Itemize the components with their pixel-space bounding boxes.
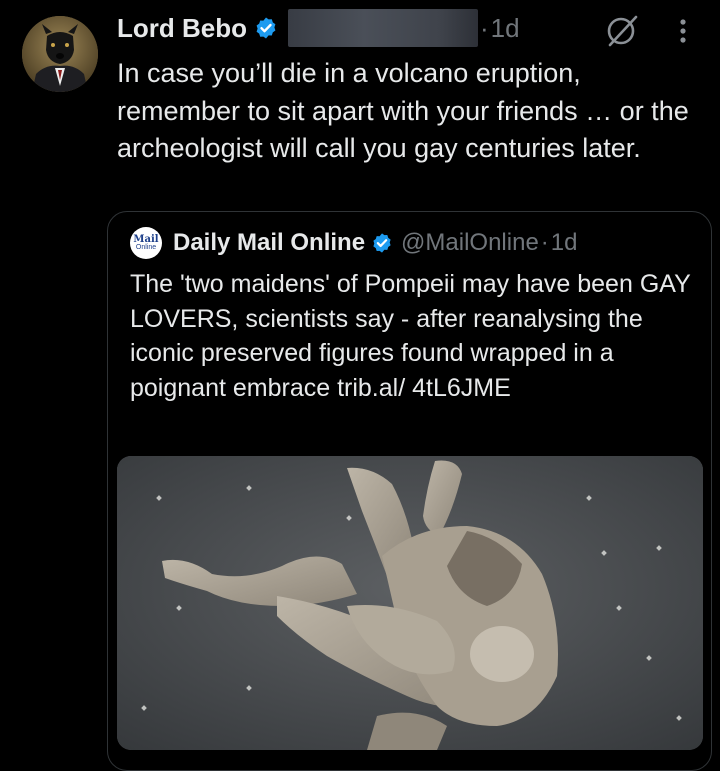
tweet-header: Lord Bebo · 1d: [117, 8, 520, 48]
pompeii-plaster-casts-photo-icon: [117, 456, 703, 750]
verified-badge-icon: [371, 232, 393, 254]
author-name[interactable]: Lord Bebo: [117, 13, 247, 44]
separator-dot: ·: [540, 229, 549, 256]
blurred-handle: [288, 9, 478, 47]
quoted-tweet-timestamp: 1d: [550, 229, 578, 256]
more-options-icon[interactable]: [676, 16, 690, 51]
grok-icon[interactable]: [602, 14, 642, 53]
tweet-timestamp[interactable]: 1d: [491, 13, 520, 44]
quoted-author-name[interactable]: Daily Mail Online: [173, 229, 365, 257]
quoted-tweet-text: The 'two maidens' of Pompeii may have be…: [130, 270, 691, 402]
dog-in-suit-avatar-icon: [22, 16, 98, 92]
author-avatar[interactable]: [22, 16, 98, 92]
separator-dot: ·: [480, 12, 489, 43]
mail-online-logo-icon[interactable]: Mail Online: [130, 227, 162, 259]
tweet-text: In case you’ll die in a volcano eruption…: [117, 58, 689, 163]
quoted-tweet-image[interactable]: [117, 456, 703, 750]
quoted-tweet[interactable]: Mail Online Daily Mail Online @MailOnlin…: [107, 211, 712, 771]
verified-badge-icon: [254, 16, 278, 40]
quoted-author-handle[interactable]: @MailOnline: [401, 229, 539, 257]
quoted-tweet-header: Mail Online Daily Mail Online @MailOnlin…: [130, 226, 578, 260]
